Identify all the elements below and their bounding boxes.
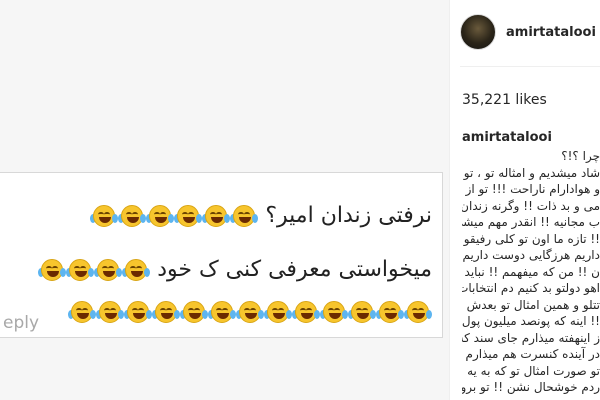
- comment-screenshot: نرفتی زندان امیر؟ میخواستی معرفی کنی ک خ…: [0, 172, 443, 338]
- header-divider: [460, 66, 600, 67]
- likes-count[interactable]: 35,221 likes: [462, 92, 547, 108]
- comment-line-2: میخواستی معرفی کنی ک خود: [38, 257, 432, 282]
- laughing-crying-emoji-icon: [348, 301, 376, 323]
- caption-text: چرا ؟!؟ شاد میشدیم و امثاله تو ، تو و هواد…: [462, 148, 600, 396]
- laughing-crying-emoji-icon: [94, 259, 123, 281]
- caption-line: ز اینهفته میذارم جای سند که: [462, 330, 600, 345]
- emoji-row: [38, 257, 151, 282]
- post-image: نرفتی زندان امیر؟ میخواستی معرفی کنی ک خ…: [0, 0, 449, 400]
- laughing-crying-emoji-icon: [118, 205, 147, 227]
- caption-line: اهو دولتو بد کنیم دم انتخابات: [462, 281, 600, 295]
- laughing-crying-emoji-icon: [38, 259, 67, 281]
- caption-line: !! اینه که پونصد میلیون پول: [462, 314, 600, 328]
- laughing-crying-emoji-icon: [404, 301, 432, 323]
- laughing-crying-emoji-icon: [376, 301, 404, 323]
- laughing-crying-emoji-icon: [202, 205, 231, 227]
- laughing-crying-emoji-icon: [208, 301, 236, 323]
- post-sidebar: amirtatalooi 35,221 likes amirtatalooi چ…: [450, 0, 600, 400]
- caption-line: ردم خوشحال نشن !! تو برو: [462, 380, 600, 394]
- caption-line: ب مجانیه !! انقدر مهم میشی: [462, 215, 600, 229]
- caption-line: و هوادارام ناراحت !!! تو از: [465, 182, 600, 196]
- comment-line-1-text: نرفتی زندان امیر؟: [265, 203, 432, 228]
- comment-line-3: [68, 299, 432, 324]
- avatar[interactable]: [460, 14, 496, 50]
- laughing-crying-emoji-icon: [146, 205, 175, 227]
- laughing-crying-emoji-icon: [174, 205, 203, 227]
- laughing-crying-emoji-icon: [66, 259, 95, 281]
- emoji-row: [90, 203, 259, 228]
- username-link[interactable]: amirtatalooi: [506, 25, 596, 40]
- caption-line: ن !! من که میفهمم !! نباید: [464, 264, 600, 279]
- comment-line-2-text: میخواستی معرفی کنی ک خود: [157, 257, 432, 282]
- laughing-crying-emoji-icon: [90, 205, 119, 227]
- laughing-crying-emoji-icon: [96, 301, 124, 323]
- caption-line: داریم هرزگایی دوست داریم: [462, 248, 600, 262]
- caption-line: تتلو و همین امثال تو بعدش: [466, 297, 600, 312]
- caption-line: در آینده کنسرت هم میذارم و: [462, 347, 600, 361]
- laughing-crying-emoji-icon: [68, 301, 96, 323]
- laughing-crying-emoji-icon: [320, 301, 348, 323]
- caption-username[interactable]: amirtatalooi: [462, 130, 552, 145]
- laughing-crying-emoji-icon: [152, 301, 180, 323]
- caption-line: شاد میشدیم و امثاله تو ، تو: [463, 165, 600, 180]
- reply-label: eply: [3, 313, 40, 333]
- laughing-crying-emoji-icon: [122, 259, 151, 281]
- comment-line-1: نرفتی زندان امیر؟: [90, 203, 432, 228]
- laughing-crying-emoji-icon: [264, 301, 292, 323]
- caption-line: می و بد ذات !! وگرنه زندان: [462, 198, 600, 213]
- laughing-crying-emoji-icon: [230, 205, 259, 227]
- laughing-crying-emoji-icon: [180, 301, 208, 323]
- caption-line: چرا ؟!؟: [561, 149, 600, 163]
- laughing-crying-emoji-icon: [292, 301, 320, 323]
- laughing-crying-emoji-icon: [236, 301, 264, 323]
- caption-line: تو صورت امثال تو که به یه: [467, 363, 600, 378]
- caption-line: !! تازه ما اون تو کلی رفیقو: [463, 231, 600, 246]
- post-header: amirtatalooi: [460, 14, 596, 50]
- laughing-crying-emoji-icon: [124, 301, 152, 323]
- emoji-row: [68, 299, 432, 324]
